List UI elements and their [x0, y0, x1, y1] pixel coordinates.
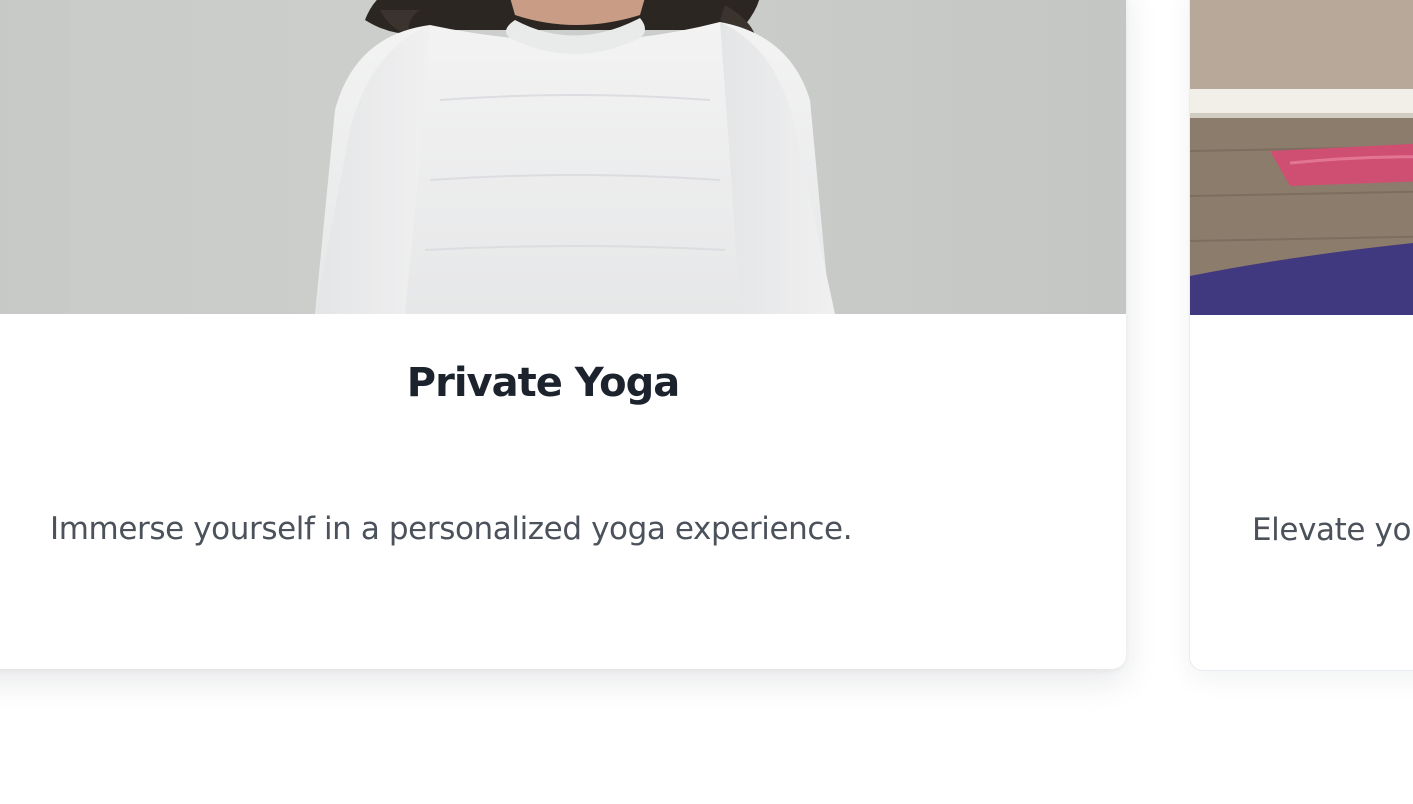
service-card-image	[0, 0, 1126, 314]
service-card-private-yoga[interactable]: Private Yoga Immerse yourself in a perso…	[0, 0, 1126, 669]
woman-meditating-photo	[0, 0, 1126, 314]
service-card-image	[1190, 0, 1413, 315]
service-card-title: Private Yoga	[406, 360, 680, 406]
service-card-2[interactable]: Elevate your practice with personalized …	[1189, 0, 1413, 671]
services-carousel: Private Yoga Immerse yourself in a perso…	[0, 0, 1413, 804]
service-card-description: Elevate your practice with personalized …	[1252, 512, 1413, 548]
service-card-description: Immerse yourself in a personalized yoga …	[50, 511, 853, 547]
yoga-studio-photo	[1190, 0, 1413, 315]
